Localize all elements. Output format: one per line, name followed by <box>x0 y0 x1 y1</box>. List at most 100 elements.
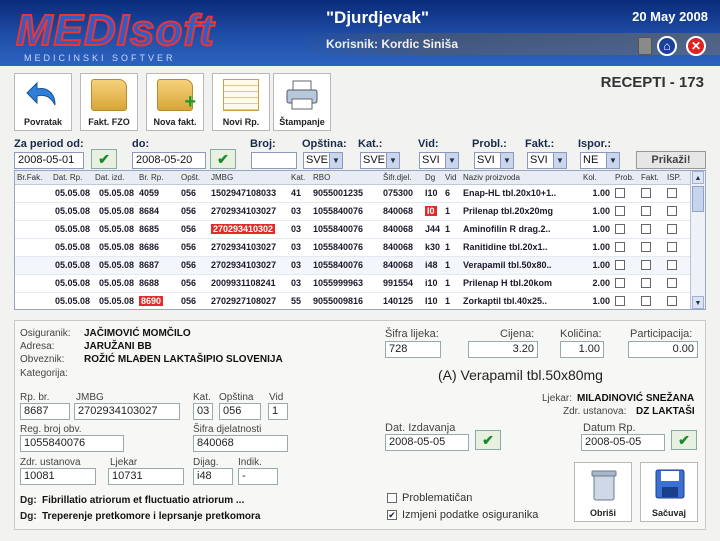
ispor-select[interactable]: NE ▼ <box>580 152 620 169</box>
prob-checkbox[interactable] <box>615 242 625 253</box>
table-row[interactable]: 05.05.08 05.05.08 8686 056 2702934103027 03 10… <box>15 238 691 257</box>
calendar-izd-icon[interactable]: ✔ <box>475 430 501 450</box>
grid-column-header[interactable]: Br. Rp. <box>137 171 179 185</box>
table-row[interactable]: 05.05.08 05.05.08 8690 056 2702927108027 55 90… <box>15 292 691 309</box>
cijena-field[interactable]: 3.20 <box>468 341 538 358</box>
new-prescription-button[interactable]: Novi Rp. <box>212 73 270 131</box>
dat-izd-field[interactable]: 2008-05-05 <box>385 434 469 451</box>
back-button[interactable]: Povratak <box>14 73 72 131</box>
sifra-lijeka-field[interactable]: 728 <box>385 341 441 358</box>
show-button[interactable]: Prikaži! <box>636 151 706 169</box>
close-icon[interactable]: ✕ <box>686 36 706 56</box>
fakt-checkbox[interactable] <box>641 242 651 253</box>
calendar-to-icon[interactable]: ✔ <box>210 149 236 169</box>
table-row[interactable]: 05.05.08 05.05.08 8688 056 2009931108241 03 10… <box>15 274 691 293</box>
fakt-fzo-button[interactable]: Fakt. FZO <box>80 73 138 131</box>
new-invoice-button[interactable]: + Nova fakt. <box>146 73 204 131</box>
ljekar-field[interactable]: 10731 <box>108 468 184 485</box>
grid-column-header[interactable]: Kat. <box>289 171 311 185</box>
prob-checkbox[interactable] <box>615 296 625 307</box>
fakt-checkbox[interactable] <box>641 188 651 199</box>
grid-column-header[interactable]: Naziv proizvoda <box>461 171 581 185</box>
opstina-select[interactable]: SVE ▼ <box>303 152 343 169</box>
dijag-field[interactable]: i48 <box>193 468 233 485</box>
grid-column-header[interactable]: ISP. <box>665 171 691 185</box>
grid-column-header[interactable]: Vid <box>443 171 461 185</box>
cell-text: 05.05.08 <box>98 242 134 252</box>
problematican-checkbox[interactable] <box>387 493 397 503</box>
prob-checkbox[interactable] <box>615 206 625 217</box>
scroll-up-icon[interactable]: ▲ <box>692 171 704 184</box>
cell-text: i10 <box>425 278 438 288</box>
grid-column-header[interactable]: Opšt. <box>179 171 209 185</box>
prob-checkbox[interactable] <box>615 260 625 271</box>
zdr-field[interactable]: 10081 <box>20 468 96 485</box>
save-button[interactable]: Sačuvaj <box>640 462 698 522</box>
calculator-icon[interactable] <box>638 37 652 55</box>
grid-column-header[interactable]: Br.Fak. <box>15 171 51 185</box>
grid-column-header[interactable]: JMBG <box>209 171 289 185</box>
isp-checkbox[interactable] <box>667 188 677 199</box>
vid-select[interactable]: SVI ▼ <box>419 152 459 169</box>
delete-button[interactable]: Obriši <box>574 462 632 522</box>
kat-select[interactable]: SVE ▼ <box>360 152 400 169</box>
fakt-select[interactable]: SVI ▼ <box>527 152 567 169</box>
calendar-rp-icon[interactable]: ✔ <box>671 430 697 450</box>
home-icon[interactable]: ⌂ <box>657 36 677 56</box>
grid-column-header[interactable]: Šifr.djel. <box>381 171 423 185</box>
table-row[interactable]: 05.05.08 05.05.08 8687 056 2702934103027 03 10… <box>15 256 691 275</box>
kolicina-field[interactable]: 1.00 <box>560 341 604 358</box>
indik-field[interactable]: - <box>238 468 278 485</box>
prob-checkbox[interactable] <box>615 188 625 199</box>
grid-column-header[interactable]: Dat. Rp. <box>51 171 93 185</box>
isp-checkbox[interactable] <box>667 224 677 235</box>
scroll-thumb[interactable] <box>692 186 704 212</box>
grid-cell-vid: 1 <box>443 220 461 239</box>
sifra-dj-field[interactable]: 840068 <box>193 435 288 452</box>
grid-scrollbar[interactable]: ▲ ▼ <box>690 171 705 309</box>
grid-column-header[interactable]: Fakt. <box>639 171 665 185</box>
scroll-down-icon[interactable]: ▼ <box>692 296 704 309</box>
vid-field[interactable]: 1 <box>268 403 288 420</box>
chevron-down-icon: ▼ <box>500 153 513 168</box>
fakt-checkbox[interactable] <box>641 260 651 271</box>
particip-field[interactable]: 0.00 <box>628 341 698 358</box>
grid-column-header[interactable]: Kol. <box>581 171 613 185</box>
table-row[interactable]: 05.05.08 05.05.08 4059 056 1502947108033 41 90… <box>15 184 691 203</box>
fakt-checkbox[interactable] <box>641 224 651 235</box>
grid-column-header[interactable]: Prob. <box>613 171 639 185</box>
grid-column-header[interactable]: Dat. izd. <box>93 171 137 185</box>
isp-checkbox[interactable] <box>667 206 677 217</box>
probl-select[interactable]: SVI ▼ <box>474 152 514 169</box>
rp-br-field[interactable]: 8687 <box>20 403 70 420</box>
fakt-checkbox[interactable] <box>641 206 651 217</box>
kat-field[interactable]: 03 <box>193 403 213 420</box>
opstina-field[interactable]: 056 <box>219 403 261 420</box>
prescriptions-grid: Br.Fak. Dat. Rp. Dat. izd. Br. Rp. Opšt. JMBG… <box>14 170 706 310</box>
datum-rp-field[interactable]: 2008-05-05 <box>581 434 665 451</box>
print-button[interactable]: Štampanje <box>273 73 331 131</box>
grid-column-header[interactable]: RBO <box>311 171 381 185</box>
prob-checkbox[interactable] <box>615 224 625 235</box>
table-row[interactable]: 05.05.08 05.05.08 8685 056 270293410302 03 105… <box>15 220 691 239</box>
calendar-from-icon[interactable]: ✔ <box>91 149 117 169</box>
cell-text: 1.00 <box>592 206 610 216</box>
izmjeni-label: Izmjeni podatke osiguranika <box>402 509 539 521</box>
table-row[interactable]: 05.05.08 05.05.08 8684 056 2702934103027 03 10… <box>15 202 691 221</box>
reg-field[interactable]: 1055840076 <box>20 435 124 452</box>
jmbg-field[interactable]: 2702934103027 <box>74 403 180 420</box>
date-from-input[interactable]: 2008-05-01 <box>14 152 84 169</box>
fakt-checkbox[interactable] <box>641 278 651 289</box>
logo-subtitle: MEDICINSKI SOFTVER <box>24 53 176 63</box>
prob-checkbox[interactable] <box>615 278 625 289</box>
isp-checkbox[interactable] <box>667 278 677 289</box>
fakt-checkbox[interactable] <box>641 296 651 307</box>
izmjeni-checkbox[interactable]: ✔ <box>387 510 397 520</box>
isp-checkbox[interactable] <box>667 260 677 271</box>
isp-checkbox[interactable] <box>667 296 677 307</box>
date-to-input[interactable]: 2008-05-20 <box>132 152 206 169</box>
grid-column-header[interactable]: Dg <box>423 171 443 185</box>
cell-text: 05.05.08 <box>54 206 90 216</box>
broj-input[interactable] <box>251 152 297 169</box>
isp-checkbox[interactable] <box>667 242 677 253</box>
